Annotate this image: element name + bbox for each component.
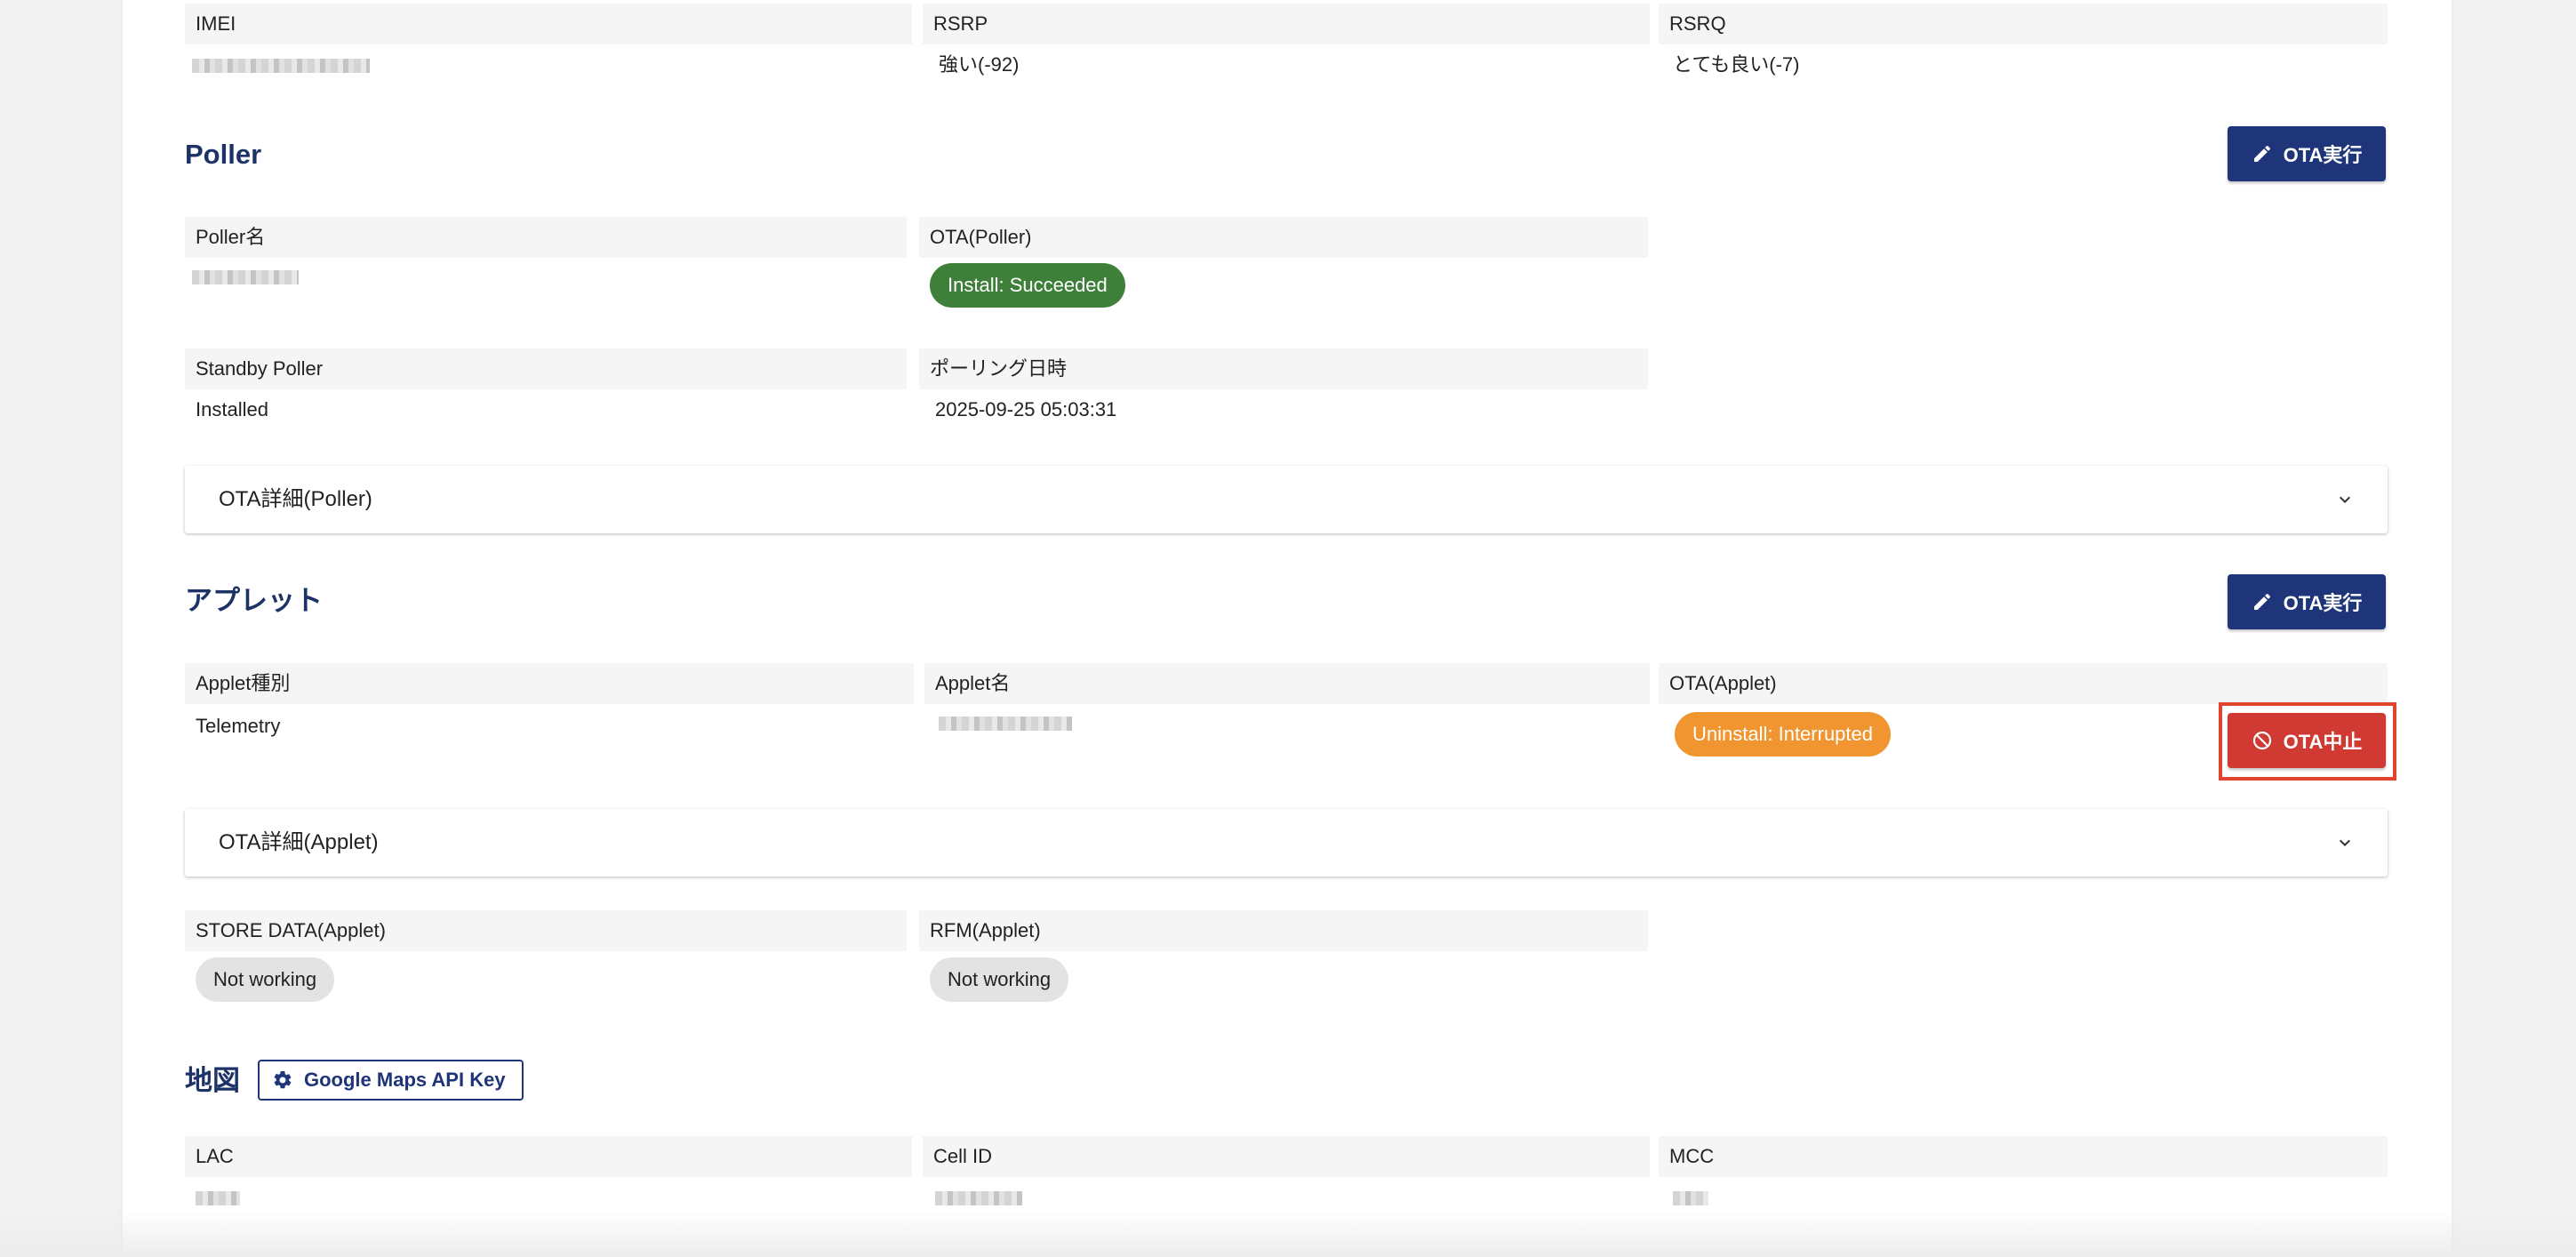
applet-name-redacted xyxy=(939,717,1072,731)
poller-ota-run-button[interactable]: OTA実行 xyxy=(2228,126,2386,181)
block-icon xyxy=(2252,731,2271,750)
lac-value-redacted xyxy=(196,1191,240,1205)
pencil-icon xyxy=(2253,593,2270,610)
bottom-scroll-fade xyxy=(0,1209,2576,1257)
rfm-status-badge: Not working xyxy=(930,957,1069,1002)
applet-ota-details-title: OTA詳細(Applet) xyxy=(219,830,379,854)
pencil-icon xyxy=(2253,145,2270,162)
applet-ota-label: OTA(Applet) xyxy=(1659,663,2388,704)
google-maps-api-key-label: Google Maps API Key xyxy=(304,1069,506,1091)
polling-datetime-label: ポーリング日時 xyxy=(919,348,1648,389)
device-detail-card: IMEI RSRP 強い(-92) RSRQ とても良い(-7) Poller … xyxy=(123,0,2452,1257)
imei-label: IMEI xyxy=(185,4,912,44)
poller-ota-status-badge: Install: Succeeded xyxy=(930,263,1125,308)
gear-icon xyxy=(274,1070,292,1089)
poller-name-label: Poller名 xyxy=(185,217,907,258)
store-data-status-badge: Not working xyxy=(196,957,335,1002)
poller-name-redacted xyxy=(192,270,299,284)
applet-type-value: Telemetry xyxy=(196,715,281,737)
rsrq-label: RSRQ xyxy=(1659,4,2388,44)
rsrp-value: 強い(-92) xyxy=(939,53,1020,76)
map-section-title: 地図 xyxy=(185,1065,240,1096)
cell-id-label: Cell ID xyxy=(923,1136,1650,1177)
applet-ota-run-label: OTA実行 xyxy=(2283,592,2363,614)
rsrp-label: RSRP xyxy=(923,4,1650,44)
poller-section-title: Poller xyxy=(185,139,262,170)
google-maps-api-key-button[interactable]: Google Maps API Key xyxy=(258,1060,524,1101)
mcc-value-redacted xyxy=(1673,1191,1708,1205)
chevron-down-icon xyxy=(2340,839,2350,846)
applet-name-label: Applet名 xyxy=(924,663,1650,704)
chevron-down-icon xyxy=(2340,496,2350,503)
mcc-label: MCC xyxy=(1659,1136,2388,1177)
rfm-label: RFM(Applet) xyxy=(919,910,1648,951)
applet-ota-stop-button[interactable]: OTA中止 xyxy=(2228,713,2386,768)
poller-ota-run-label: OTA実行 xyxy=(2283,144,2363,166)
applet-ota-status-badge: Uninstall: Interrupted xyxy=(1675,712,1891,757)
standby-poller-label: Standby Poller xyxy=(185,348,907,389)
cell-id-value-redacted xyxy=(935,1191,1022,1205)
store-data-label: STORE DATA(Applet) xyxy=(185,910,907,951)
applet-type-label: Applet種別 xyxy=(185,663,914,704)
applet-ota-stop-label: OTA中止 xyxy=(2283,731,2363,753)
applet-ota-details-accordion[interactable]: OTA詳細(Applet) xyxy=(185,809,2388,877)
imei-value-redacted xyxy=(192,59,370,73)
standby-poller-value: Installed xyxy=(196,398,268,420)
poller-ota-details-accordion[interactable]: OTA詳細(Poller) xyxy=(185,466,2388,533)
lac-label: LAC xyxy=(185,1136,912,1177)
applet-ota-run-button[interactable]: OTA実行 xyxy=(2228,574,2386,629)
applet-section-title: アプレット xyxy=(185,585,323,616)
poller-ota-label: OTA(Poller) xyxy=(919,217,1648,258)
poller-ota-details-title: OTA詳細(Poller) xyxy=(219,487,372,511)
polling-datetime-value: 2025-09-25 05:03:31 xyxy=(935,398,1117,420)
rsrq-value: とても良い(-7) xyxy=(1673,53,1800,76)
